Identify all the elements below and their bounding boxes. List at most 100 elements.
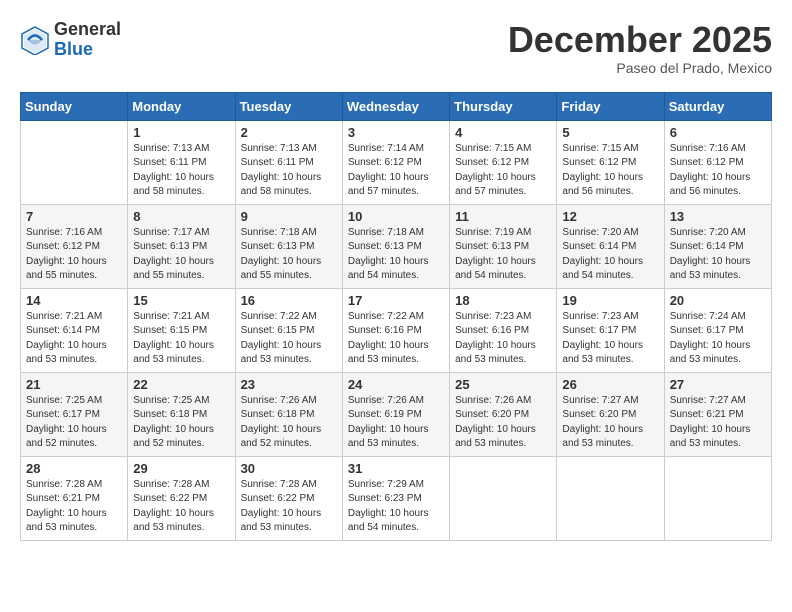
weekday-header-sunday: Sunday [21, 92, 128, 120]
logo: General Blue [20, 20, 121, 60]
page-header: General Blue December 2025 Paseo del Pra… [20, 20, 772, 76]
day-number: 3 [348, 125, 444, 140]
day-number: 22 [133, 377, 229, 392]
location-text: Paseo del Prado, Mexico [508, 60, 772, 76]
day-number: 24 [348, 377, 444, 392]
calendar-cell [557, 456, 664, 540]
day-info: Sunrise: 7:20 AM Sunset: 6:14 PM Dayligh… [562, 226, 658, 284]
weekday-header-wednesday: Wednesday [342, 92, 449, 120]
calendar-cell: 8 Sunrise: 7:17 AM Sunset: 6:13 PM Daylig… [128, 204, 235, 288]
day-info: Sunrise: 7:23 AM Sunset: 6:16 PM Dayligh… [455, 310, 551, 368]
logo-blue-text: Blue [54, 40, 121, 60]
calendar-cell: 2 Sunrise: 7:13 AM Sunset: 6:11 PM Daylig… [235, 120, 342, 204]
day-info: Sunrise: 7:18 AM Sunset: 6:13 PM Dayligh… [241, 226, 337, 284]
calendar-cell: 12 Sunrise: 7:20 AM Sunset: 6:14 PM Dayli… [557, 204, 664, 288]
day-number: 31 [348, 461, 444, 476]
day-number: 2 [241, 125, 337, 140]
day-info: Sunrise: 7:22 AM Sunset: 6:15 PM Dayligh… [241, 310, 337, 368]
calendar-cell: 16Sunrise: 7:22 AM Sunset: 6:15 PM Dayli… [235, 288, 342, 372]
day-info: Sunrise: 7:16 AM Sunset: 6:12 PM Dayligh… [670, 142, 766, 200]
calendar-week-row: 14Sunrise: 7:21 AM Sunset: 6:14 PM Dayli… [21, 288, 772, 372]
calendar-cell: 26 Sunrise: 7:27 AM Sunset: 6:20 PM Dayli… [557, 372, 664, 456]
day-info: Sunrise: 7:27 AM Sunset: 6:21 PM Dayligh… [670, 394, 766, 452]
day-number: 20 [670, 293, 766, 308]
calendar-cell: 10 Sunrise: 7:18 AM Sunset: 6:13 PM Dayli… [342, 204, 449, 288]
day-number: 5 [562, 125, 658, 140]
calendar-cell: 3 Sunrise: 7:14 AM Sunset: 6:12 PM Daylig… [342, 120, 449, 204]
weekday-header-thursday: Thursday [450, 92, 557, 120]
day-number: 4 [455, 125, 551, 140]
day-number: 19 [562, 293, 658, 308]
day-info: Sunrise: 7:29 AM Sunset: 6:23 PM Dayligh… [348, 478, 444, 536]
day-info: Sunrise: 7:21 AM Sunset: 6:15 PM Dayligh… [133, 310, 229, 368]
weekday-header-row: SundayMondayTuesdayWednesdayThursdayFrid… [21, 92, 772, 120]
calendar-cell: 17Sunrise: 7:22 AM Sunset: 6:16 PM Dayli… [342, 288, 449, 372]
calendar-cell: 13 Sunrise: 7:20 AM Sunset: 6:14 PM Dayli… [664, 204, 771, 288]
day-info: Sunrise: 7:26 AM Sunset: 6:19 PM Dayligh… [348, 394, 444, 452]
day-number: 11 [455, 209, 551, 224]
day-number: 27 [670, 377, 766, 392]
day-info: Sunrise: 7:15 AM Sunset: 6:12 PM Dayligh… [562, 142, 658, 200]
day-number: 23 [241, 377, 337, 392]
day-info: Sunrise: 7:28 AM Sunset: 6:22 PM Dayligh… [241, 478, 337, 536]
calendar-cell: 20Sunrise: 7:24 AM Sunset: 6:17 PM Dayli… [664, 288, 771, 372]
day-info: Sunrise: 7:21 AM Sunset: 6:14 PM Dayligh… [26, 310, 122, 368]
calendar-week-row: 7 Sunrise: 7:16 AM Sunset: 6:12 PM Daylig… [21, 204, 772, 288]
day-info: Sunrise: 7:26 AM Sunset: 6:18 PM Dayligh… [241, 394, 337, 452]
day-number: 7 [26, 209, 122, 224]
logo-general-text: General [54, 20, 121, 40]
day-number: 13 [670, 209, 766, 224]
calendar-cell: 14Sunrise: 7:21 AM Sunset: 6:14 PM Dayli… [21, 288, 128, 372]
calendar-cell: 31 Sunrise: 7:29 AM Sunset: 6:23 PM Dayli… [342, 456, 449, 540]
calendar-cell: 5 Sunrise: 7:15 AM Sunset: 6:12 PM Daylig… [557, 120, 664, 204]
day-info: Sunrise: 7:18 AM Sunset: 6:13 PM Dayligh… [348, 226, 444, 284]
calendar-cell: 25 Sunrise: 7:26 AM Sunset: 6:20 PM Dayli… [450, 372, 557, 456]
calendar-cell: 7 Sunrise: 7:16 AM Sunset: 6:12 PM Daylig… [21, 204, 128, 288]
day-info: Sunrise: 7:26 AM Sunset: 6:20 PM Dayligh… [455, 394, 551, 452]
day-number: 18 [455, 293, 551, 308]
month-title: December 2025 [508, 20, 772, 60]
day-info: Sunrise: 7:19 AM Sunset: 6:13 PM Dayligh… [455, 226, 551, 284]
weekday-header-saturday: Saturday [664, 92, 771, 120]
calendar-cell: 22 Sunrise: 7:25 AM Sunset: 6:18 PM Dayli… [128, 372, 235, 456]
day-info: Sunrise: 7:25 AM Sunset: 6:18 PM Dayligh… [133, 394, 229, 452]
calendar-cell: 19Sunrise: 7:23 AM Sunset: 6:17 PM Dayli… [557, 288, 664, 372]
calendar-cell: 15 Sunrise: 7:21 AM Sunset: 6:15 PM Dayli… [128, 288, 235, 372]
day-info: Sunrise: 7:13 AM Sunset: 6:11 PM Dayligh… [241, 142, 337, 200]
day-info: Sunrise: 7:20 AM Sunset: 6:14 PM Dayligh… [670, 226, 766, 284]
day-number: 1 [133, 125, 229, 140]
calendar-week-row: 21Sunrise: 7:25 AM Sunset: 6:17 PM Dayli… [21, 372, 772, 456]
calendar-cell: 1Sunrise: 7:13 AM Sunset: 6:11 PM Daylig… [128, 120, 235, 204]
day-number: 21 [26, 377, 122, 392]
calendar-cell: 28Sunrise: 7:28 AM Sunset: 6:21 PM Dayli… [21, 456, 128, 540]
day-info: Sunrise: 7:14 AM Sunset: 6:12 PM Dayligh… [348, 142, 444, 200]
day-number: 25 [455, 377, 551, 392]
calendar-cell: 9 Sunrise: 7:18 AM Sunset: 6:13 PM Daylig… [235, 204, 342, 288]
calendar-cell: 11 Sunrise: 7:19 AM Sunset: 6:13 PM Dayli… [450, 204, 557, 288]
day-info: Sunrise: 7:17 AM Sunset: 6:13 PM Dayligh… [133, 226, 229, 284]
calendar-cell: 18 Sunrise: 7:23 AM Sunset: 6:16 PM Dayli… [450, 288, 557, 372]
logo-icon [20, 25, 50, 55]
day-info: Sunrise: 7:27 AM Sunset: 6:20 PM Dayligh… [562, 394, 658, 452]
day-number: 10 [348, 209, 444, 224]
calendar-cell: 27 Sunrise: 7:27 AM Sunset: 6:21 PM Dayli… [664, 372, 771, 456]
day-info: Sunrise: 7:22 AM Sunset: 6:16 PM Dayligh… [348, 310, 444, 368]
day-number: 8 [133, 209, 229, 224]
day-number: 29 [133, 461, 229, 476]
day-number: 9 [241, 209, 337, 224]
calendar-week-row: 28Sunrise: 7:28 AM Sunset: 6:21 PM Dayli… [21, 456, 772, 540]
calendar-cell: 4Sunrise: 7:15 AM Sunset: 6:12 PM Daylig… [450, 120, 557, 204]
day-info: Sunrise: 7:16 AM Sunset: 6:12 PM Dayligh… [26, 226, 122, 284]
title-block: December 2025 Paseo del Prado, Mexico [508, 20, 772, 76]
calendar-cell [450, 456, 557, 540]
weekday-header-tuesday: Tuesday [235, 92, 342, 120]
day-number: 26 [562, 377, 658, 392]
calendar-cell [21, 120, 128, 204]
calendar-cell [664, 456, 771, 540]
day-number: 15 [133, 293, 229, 308]
day-number: 12 [562, 209, 658, 224]
day-info: Sunrise: 7:28 AM Sunset: 6:21 PM Dayligh… [26, 478, 122, 536]
day-info: Sunrise: 7:28 AM Sunset: 6:22 PM Dayligh… [133, 478, 229, 536]
day-number: 30 [241, 461, 337, 476]
calendar-cell: 29 Sunrise: 7:28 AM Sunset: 6:22 PM Dayli… [128, 456, 235, 540]
